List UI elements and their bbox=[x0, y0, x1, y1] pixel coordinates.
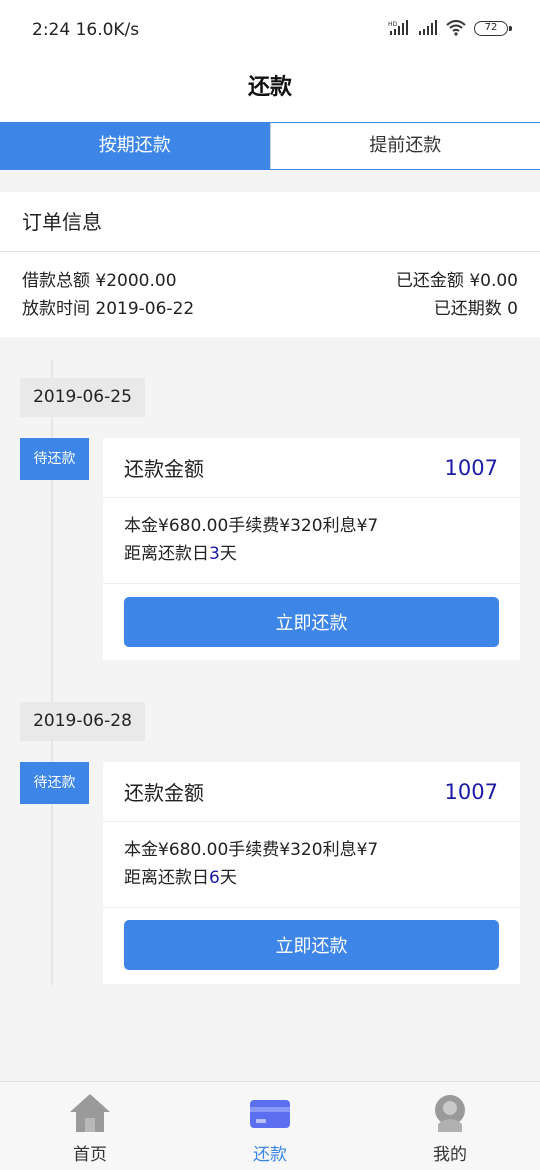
release-date: 放款时间 2019-06-22 bbox=[22, 299, 195, 319]
amount-label: 还款金额 bbox=[124, 457, 204, 481]
pay-now-button[interactable]: 立即还款 bbox=[124, 597, 499, 647]
amount-label: 还款金额 bbox=[124, 781, 204, 805]
pending-badge: 待还款 bbox=[20, 762, 89, 804]
nav-mine-label: 我的 bbox=[433, 1145, 467, 1165]
tab-scheduled-repay[interactable]: 按期还款 bbox=[0, 123, 270, 169]
installment-card: 还款金额 1007 本金¥680.00手续费¥320利息¥7 距离还款日3天 立… bbox=[103, 438, 520, 660]
hd-signal-icon: HD bbox=[388, 20, 408, 35]
installment-card: 还款金额 1007 本金¥680.00手续费¥320利息¥7 距离还款日6天 立… bbox=[103, 762, 520, 984]
signal-icon bbox=[419, 20, 437, 35]
nav-home[interactable]: 首页 bbox=[0, 1082, 180, 1170]
repay-tabs: 按期还款 提前还款 bbox=[0, 122, 540, 170]
repaid-periods: 已还期数 0 bbox=[433, 299, 518, 319]
nav-home-label: 首页 bbox=[73, 1145, 107, 1165]
loan-total: 借款总额 ¥2000.00 bbox=[22, 271, 177, 291]
status-bar: 2:24 16.0K/s HD 72 bbox=[0, 0, 540, 62]
page-title: 还款 bbox=[247, 75, 292, 100]
status-icons: HD 72 bbox=[388, 20, 512, 36]
user-icon bbox=[435, 1095, 465, 1132]
pending-badge: 待还款 bbox=[20, 438, 89, 480]
nav-repay[interactable]: 还款 bbox=[180, 1082, 360, 1170]
svg-text:HD: HD bbox=[388, 21, 398, 28]
nav-repay-label: 还款 bbox=[253, 1145, 287, 1165]
pay-now-button[interactable]: 立即还款 bbox=[124, 920, 499, 970]
amount-breakdown: 本金¥680.00手续费¥320利息¥7 bbox=[124, 516, 379, 536]
days-remaining: 距离还款日3天 bbox=[124, 544, 237, 564]
amount-value: 1007 bbox=[444, 455, 498, 480]
tab-early-repay[interactable]: 提前还款 bbox=[269, 123, 540, 169]
battery-icon: 72 bbox=[474, 20, 512, 36]
order-info-card: 订单信息 借款总额 ¥2000.00 已还金额 ¥0.00 放款时间 2019-… bbox=[0, 192, 540, 337]
title-bar: 还款 bbox=[0, 62, 540, 122]
amount-breakdown: 本金¥680.00手续费¥320利息¥7 bbox=[124, 840, 379, 860]
days-count: 3 bbox=[209, 544, 220, 564]
days-count: 6 bbox=[209, 868, 220, 888]
order-info-title: 订单信息 bbox=[0, 192, 540, 252]
repaid-amount: 已还金额 ¥0.00 bbox=[395, 271, 518, 291]
installment-date: 2019-06-25 bbox=[20, 378, 145, 417]
wifi-icon bbox=[446, 20, 466, 36]
bottom-nav: 首页 还款 我的 bbox=[0, 1081, 540, 1170]
status-time: 2:24 16.0K/s bbox=[32, 20, 140, 40]
installment-date: 2019-06-28 bbox=[20, 702, 145, 741]
nav-mine[interactable]: 我的 bbox=[360, 1082, 540, 1170]
card-icon bbox=[250, 1100, 290, 1128]
days-remaining: 距离还款日6天 bbox=[124, 868, 237, 888]
home-icon bbox=[70, 1094, 110, 1132]
amount-value: 1007 bbox=[444, 779, 498, 804]
